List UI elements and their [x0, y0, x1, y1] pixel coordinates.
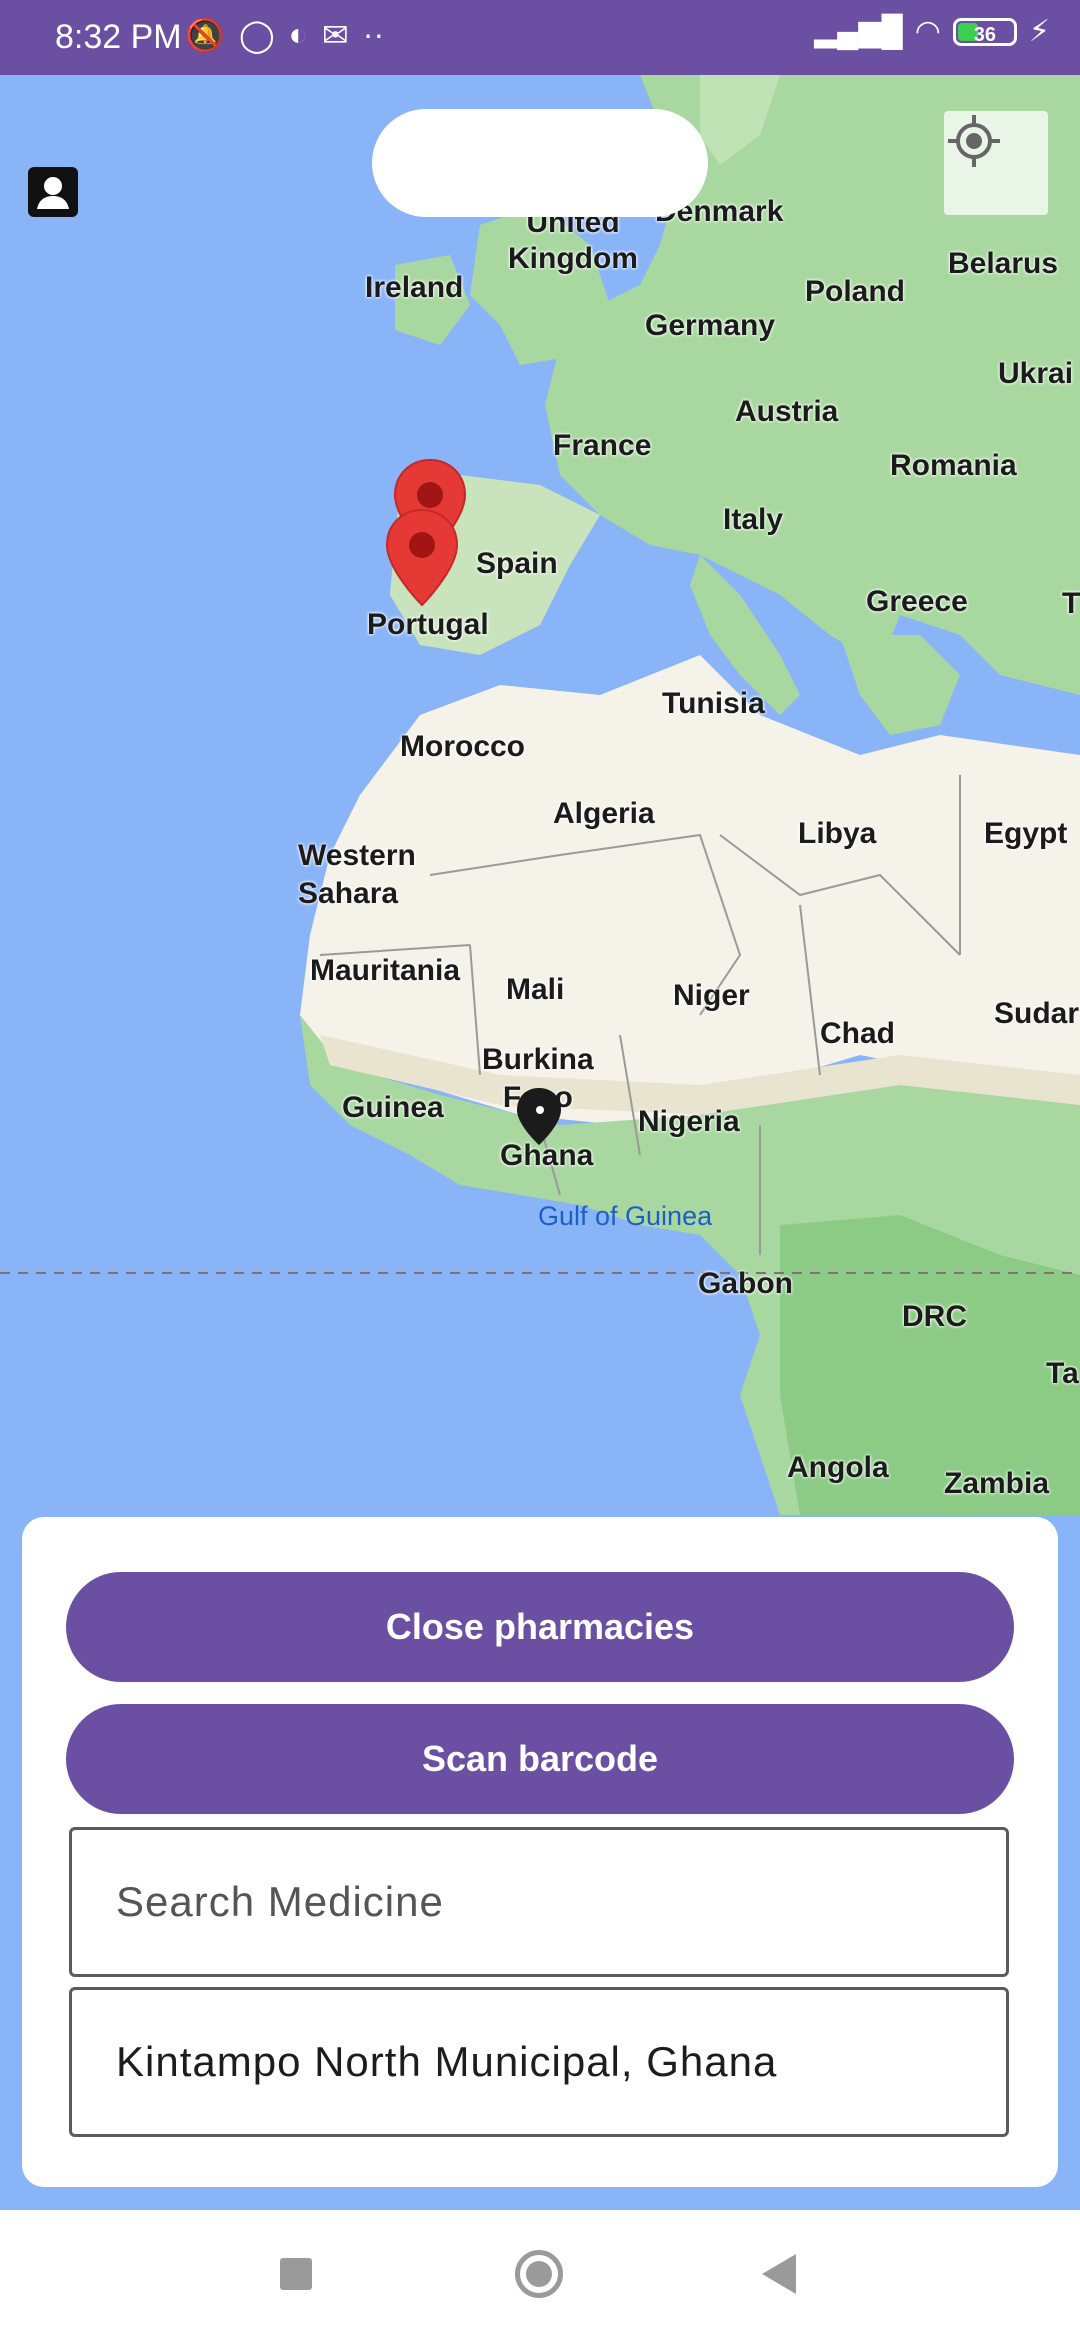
crosshair-icon — [948, 115, 1000, 167]
map-label-zambia: Zambia — [944, 1467, 1050, 1500]
scan-barcode-button[interactable]: Scan barcode — [66, 1704, 1014, 1814]
status-bar: 8:32 PM 🔕 ◯ ◐ ✉ ·· ▂▄▆█ ◠ 36 ⚡ — [0, 0, 1080, 75]
map-label-drc: DRC — [902, 1300, 967, 1333]
map-label-belarus: Belarus — [948, 247, 1059, 280]
map-label-italy: Italy — [723, 503, 784, 536]
map-label-poland: Poland — [805, 275, 906, 308]
location-input[interactable]: Kintampo North Municipal, Ghana — [69, 1987, 1009, 2137]
map-label-guinea: Guinea — [342, 1091, 444, 1124]
mail-icon: ✉ — [321, 17, 349, 53]
map-label-t: T — [1062, 587, 1080, 620]
bottom-panel: Close pharmacies Scan barcode Search Med… — [22, 1517, 1058, 2187]
map-label-chad: Chad — [820, 1017, 895, 1050]
map-label-spain: Spain — [476, 547, 558, 580]
map-label-niger: Niger — [673, 979, 750, 1012]
map-label-greece: Greece — [866, 585, 968, 618]
mute-bell-icon: 🔕 — [185, 17, 225, 53]
map-label-libya: Libya — [798, 817, 877, 850]
status-system-icons: ▂▄▆█ ◠ 36 ⚡ — [814, 14, 1050, 49]
map-label-egypt: Egypt — [984, 817, 1068, 850]
map-label-western-sahara: Western Sahara — [298, 839, 416, 910]
pharmacy-marker-icon[interactable] — [382, 505, 462, 615]
profile-icon[interactable] — [26, 165, 80, 219]
map-label-gulf-of-guinea: Gulf of Guinea — [538, 1201, 713, 1231]
search-medicine-input[interactable]: Search Medicine — [69, 1827, 1009, 1977]
status-time: 8:32 PM — [55, 18, 182, 56]
battery-level: 36 — [973, 23, 997, 46]
map-label-mali: Mali — [506, 973, 565, 1006]
map-label-austria: Austria — [735, 395, 839, 428]
back-button[interactable] — [762, 2254, 796, 2294]
map-label-algeria: Algeria — [553, 797, 655, 830]
map-label-ireland: Ireland — [365, 271, 464, 304]
map-label-nigeria: Nigeria — [638, 1105, 740, 1138]
battery-icon: 36 — [952, 17, 1017, 46]
wifi-icon: ◠ — [914, 15, 941, 48]
more-dots-icon: ·· — [362, 16, 385, 52]
navigation-bar — [0, 2210, 1080, 2340]
map-label-mauritania: Mauritania — [310, 954, 461, 987]
map-label-sudan: Sudar — [994, 997, 1080, 1030]
whatsapp-icon: ◯ — [238, 17, 275, 53]
map-label-ukraine: Ukrai — [998, 357, 1074, 390]
recents-button[interactable] — [280, 2258, 312, 2290]
map-label-morocco: Morocco — [400, 730, 526, 763]
my-location-button[interactable] — [944, 111, 1048, 215]
map-label-gabon: Gabon — [698, 1267, 793, 1300]
map-label-france: France — [553, 429, 652, 462]
app-icon: ◐ — [288, 16, 308, 52]
close-pharmacies-button[interactable]: Close pharmacies — [66, 1572, 1014, 1682]
current-location-marker-icon[interactable] — [514, 1085, 564, 1149]
map-label-tanzania: Ta — [1046, 1357, 1079, 1390]
signal-icon: ▂▄▆█ — [814, 15, 903, 48]
charging-icon: ⚡ — [1028, 15, 1050, 48]
map-top-pill[interactable] — [372, 109, 708, 217]
map-label-angola: Angola — [787, 1451, 889, 1484]
map-label-germany: Germany — [645, 309, 776, 342]
home-button[interactable] — [515, 2250, 563, 2298]
status-notification-icons: 🔕 ◯ ◐ ✉ ·· — [185, 16, 384, 54]
map-label-tunisia: Tunisia — [662, 687, 765, 720]
map-label-romania: Romania — [890, 449, 1017, 482]
